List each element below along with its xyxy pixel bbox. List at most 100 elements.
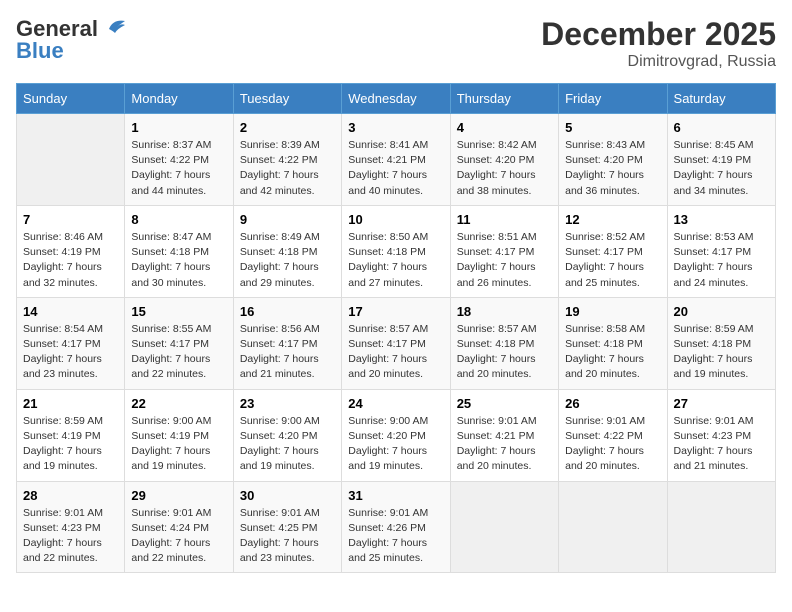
sunset-text: Sunset: 4:26 PM <box>348 522 426 534</box>
day-number: 22 <box>131 396 226 411</box>
sunrise-text: Sunrise: 8:45 AM <box>674 139 754 151</box>
calendar-cell: 24 Sunrise: 9:00 AMSunset: 4:20 PMDayligh… <box>342 389 450 481</box>
calendar-cell <box>559 481 667 573</box>
daylight-text: Daylight: 7 hours and 19 minutes. <box>674 353 753 380</box>
daylight-text: Daylight: 7 hours and 25 minutes. <box>348 537 427 564</box>
calendar-cell: 7Sunrise: 8:46 AMSunset: 4:19 PMDaylight… <box>17 205 125 297</box>
calendar-cell: 8 Sunrise: 8:47 AMSunset: 4:18 PMDaylight… <box>125 205 233 297</box>
weekday-header-row: SundayMondayTuesdayWednesdayThursdayFrid… <box>17 84 776 114</box>
daylight-text: Daylight: 7 hours and 19 minutes. <box>348 445 427 472</box>
day-info: Sunrise: 8:53 AMSunset: 4:17 PMDaylight:… <box>674 230 769 291</box>
day-number: 2 <box>240 120 335 135</box>
calendar-cell <box>17 114 125 206</box>
daylight-text: Daylight: 7 hours and 34 minutes. <box>674 169 753 196</box>
sunrise-text: Sunrise: 8:59 AM <box>23 415 103 427</box>
sunrise-text: Sunrise: 8:46 AM <box>23 231 103 243</box>
sunset-text: Sunset: 4:20 PM <box>240 430 318 442</box>
sunset-text: Sunset: 4:22 PM <box>565 430 643 442</box>
sunrise-text: Sunrise: 9:01 AM <box>348 507 428 519</box>
sunset-text: Sunset: 4:23 PM <box>674 430 752 442</box>
sunrise-text: Sunrise: 8:49 AM <box>240 231 320 243</box>
day-number: 26 <box>565 396 660 411</box>
calendar-cell: 3 Sunrise: 8:41 AMSunset: 4:21 PMDaylight… <box>342 114 450 206</box>
daylight-text: Daylight: 7 hours and 30 minutes. <box>131 261 210 288</box>
sunrise-text: Sunrise: 8:42 AM <box>457 139 537 151</box>
day-info: Sunrise: 9:00 AMSunset: 4:20 PMDaylight:… <box>348 414 443 475</box>
day-number: 8 <box>131 212 226 227</box>
weekday-header-tuesday: Tuesday <box>233 84 341 114</box>
day-info: Sunrise: 8:47 AMSunset: 4:18 PMDaylight:… <box>131 230 226 291</box>
day-info: Sunrise: 8:57 AMSunset: 4:17 PMDaylight:… <box>348 322 443 383</box>
day-info: Sunrise: 8:51 AMSunset: 4:17 PMDaylight:… <box>457 230 552 291</box>
daylight-text: Daylight: 7 hours and 20 minutes. <box>565 445 644 472</box>
calendar-cell: 20 Sunrise: 8:59 AMSunset: 4:18 PMDayligh… <box>667 297 775 389</box>
sunset-text: Sunset: 4:17 PM <box>457 246 535 258</box>
sunset-text: Sunset: 4:17 PM <box>674 246 752 258</box>
day-number: 24 <box>348 396 443 411</box>
day-info: Sunrise: 9:01 AMSunset: 4:25 PMDaylight:… <box>240 506 335 567</box>
daylight-text: Daylight: 7 hours and 38 minutes. <box>457 169 536 196</box>
daylight-text: Daylight: 7 hours and 36 minutes. <box>565 169 644 196</box>
day-info: Sunrise: 8:41 AMSunset: 4:21 PMDaylight:… <box>348 138 443 199</box>
day-info: Sunrise: 8:59 AMSunset: 4:18 PMDaylight:… <box>674 322 769 383</box>
daylight-text: Daylight: 7 hours and 25 minutes. <box>565 261 644 288</box>
day-number: 19 <box>565 304 660 319</box>
calendar-cell: 16Sunrise: 8:56 AMSunset: 4:17 PMDayligh… <box>233 297 341 389</box>
sunrise-text: Sunrise: 9:01 AM <box>240 507 320 519</box>
day-info: Sunrise: 8:59 AMSunset: 4:19 PMDaylight:… <box>23 414 118 475</box>
day-number: 3 <box>348 120 443 135</box>
day-info: Sunrise: 8:55 AMSunset: 4:17 PMDaylight:… <box>131 322 226 383</box>
weekday-header-monday: Monday <box>125 84 233 114</box>
sunrise-text: Sunrise: 8:52 AM <box>565 231 645 243</box>
sunset-text: Sunset: 4:22 PM <box>131 154 209 166</box>
day-number: 9 <box>240 212 335 227</box>
month-title: December 2025 <box>541 16 776 53</box>
day-info: Sunrise: 8:37 AMSunset: 4:22 PMDaylight:… <box>131 138 226 199</box>
sunset-text: Sunset: 4:25 PM <box>240 522 318 534</box>
day-info: Sunrise: 8:45 AMSunset: 4:19 PMDaylight:… <box>674 138 769 199</box>
calendar-cell: 21Sunrise: 8:59 AMSunset: 4:19 PMDayligh… <box>17 389 125 481</box>
calendar-cell: 19 Sunrise: 8:58 AMSunset: 4:18 PMDayligh… <box>559 297 667 389</box>
day-number: 7 <box>23 212 118 227</box>
day-number: 20 <box>674 304 769 319</box>
title-block: December 2025 Dimitrovgrad, Russia <box>541 16 776 71</box>
day-info: Sunrise: 8:43 AMSunset: 4:20 PMDaylight:… <box>565 138 660 199</box>
sunset-text: Sunset: 4:21 PM <box>457 430 535 442</box>
day-number: 16 <box>240 304 335 319</box>
sunset-text: Sunset: 4:19 PM <box>23 246 101 258</box>
calendar-cell: 1Sunrise: 8:37 AMSunset: 4:22 PMDaylight… <box>125 114 233 206</box>
sunset-text: Sunset: 4:18 PM <box>348 246 426 258</box>
sunrise-text: Sunrise: 8:57 AM <box>348 323 428 335</box>
daylight-text: Daylight: 7 hours and 22 minutes. <box>131 537 210 564</box>
day-number: 23 <box>240 396 335 411</box>
day-info: Sunrise: 8:58 AMSunset: 4:18 PMDaylight:… <box>565 322 660 383</box>
daylight-text: Daylight: 7 hours and 20 minutes. <box>457 445 536 472</box>
daylight-text: Daylight: 7 hours and 20 minutes. <box>565 353 644 380</box>
day-number: 12 <box>565 212 660 227</box>
day-number: 11 <box>457 212 552 227</box>
calendar-cell: 6 Sunrise: 8:45 AMSunset: 4:19 PMDaylight… <box>667 114 775 206</box>
day-info: Sunrise: 9:01 AMSunset: 4:23 PMDaylight:… <box>674 414 769 475</box>
calendar-cell: 4Sunrise: 8:42 AMSunset: 4:20 PMDaylight… <box>450 114 558 206</box>
sunrise-text: Sunrise: 9:00 AM <box>240 415 320 427</box>
sunrise-text: Sunrise: 9:01 AM <box>457 415 537 427</box>
day-number: 31 <box>348 488 443 503</box>
day-info: Sunrise: 9:01 AMSunset: 4:24 PMDaylight:… <box>131 506 226 567</box>
sunset-text: Sunset: 4:18 PM <box>131 246 209 258</box>
calendar-cell: 29Sunrise: 9:01 AMSunset: 4:24 PMDayligh… <box>125 481 233 573</box>
calendar-cell: 30Sunrise: 9:01 AMSunset: 4:25 PMDayligh… <box>233 481 341 573</box>
calendar-cell: 11 Sunrise: 8:51 AMSunset: 4:17 PMDayligh… <box>450 205 558 297</box>
day-info: Sunrise: 8:54 AMSunset: 4:17 PMDaylight:… <box>23 322 118 383</box>
calendar-cell: 17Sunrise: 8:57 AMSunset: 4:17 PMDayligh… <box>342 297 450 389</box>
daylight-text: Daylight: 7 hours and 21 minutes. <box>674 445 753 472</box>
sunset-text: Sunset: 4:17 PM <box>240 338 318 350</box>
calendar-cell: 31 Sunrise: 9:01 AM Sunset: 4:26 PM Dayligh… <box>342 481 450 573</box>
sunrise-text: Sunrise: 9:01 AM <box>565 415 645 427</box>
day-number: 6 <box>674 120 769 135</box>
calendar-cell: 15Sunrise: 8:55 AMSunset: 4:17 PMDayligh… <box>125 297 233 389</box>
day-info: Sunrise: 9:01 AM Sunset: 4:22 PM Daylight:… <box>565 414 660 475</box>
sunset-text: Sunset: 4:22 PM <box>240 154 318 166</box>
sunset-text: Sunset: 4:24 PM <box>131 522 209 534</box>
weekday-header-friday: Friday <box>559 84 667 114</box>
sunrise-text: Sunrise: 9:00 AM <box>348 415 428 427</box>
